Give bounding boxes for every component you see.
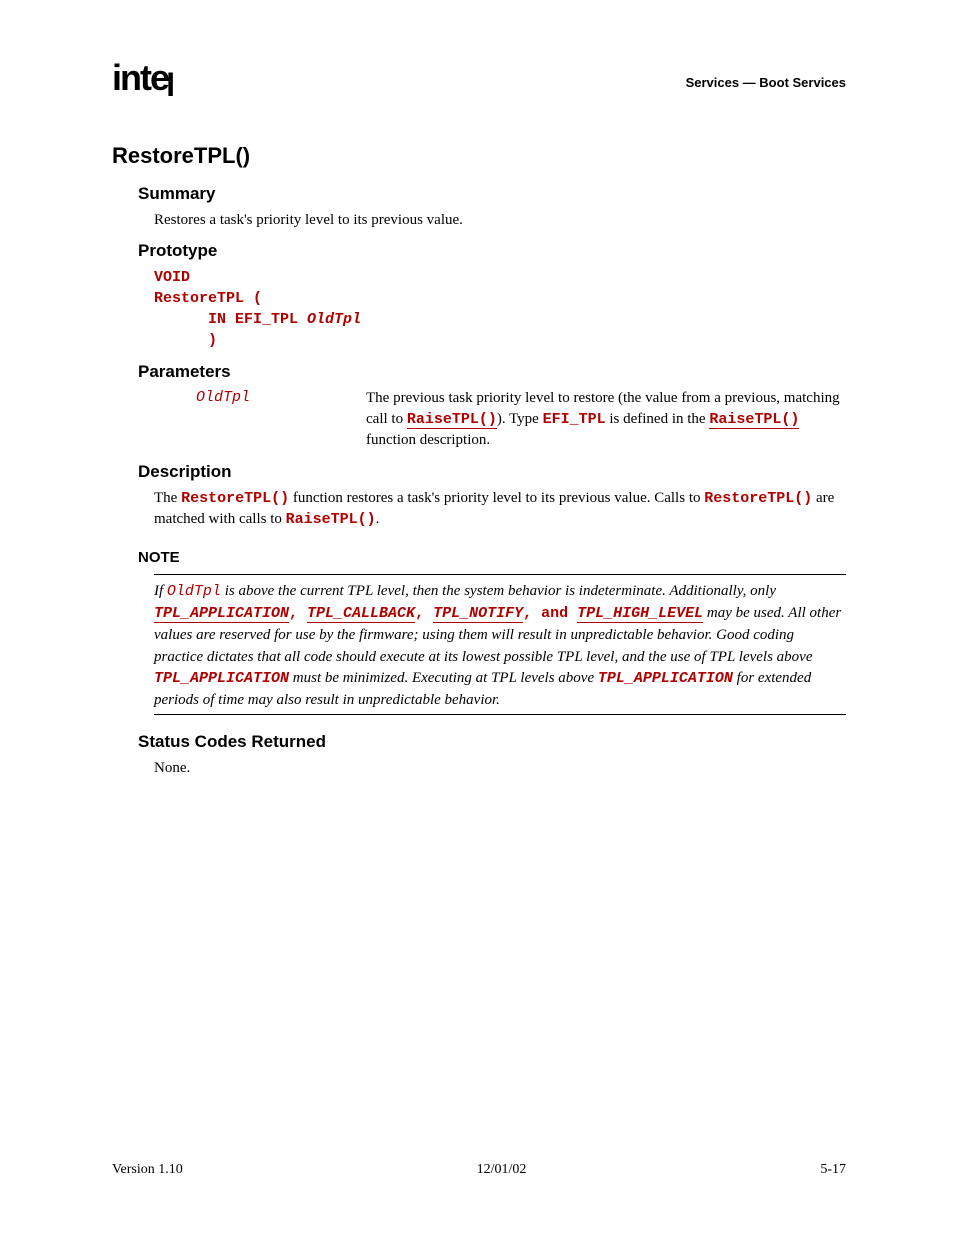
- text: ,: [289, 605, 307, 622]
- link-tpl-high-level[interactable]: TPL_HIGH_LEVEL: [577, 605, 703, 623]
- text: function restores a task's priority leve…: [289, 490, 704, 506]
- code-oldtpl: OldTpl: [167, 583, 221, 600]
- page: intel. Services — Boot Services RestoreT…: [0, 0, 954, 1235]
- link-tpl-application[interactable]: TPL_APPLICATION: [154, 605, 289, 623]
- note-label: NOTE: [138, 548, 846, 568]
- function-title: RestoreTPL(): [112, 141, 846, 171]
- heading-summary: Summary: [138, 183, 846, 206]
- status-text: None.: [154, 758, 846, 778]
- link-raisetpl[interactable]: RaiseTPL(): [407, 411, 497, 429]
- text: The: [154, 490, 181, 506]
- page-footer: Version 1.10 12/01/02 5-17: [112, 1161, 846, 1180]
- intel-logo: intel.: [112, 60, 176, 96]
- text: ). Type: [497, 411, 543, 427]
- proto-line: RestoreTPL (: [154, 290, 262, 307]
- heading-parameters: Parameters: [138, 361, 846, 384]
- heading-prototype: Prototype: [138, 240, 846, 263]
- parameter-row: OldTpl The previous task priority level …: [196, 388, 846, 451]
- summary-text: Restores a task's priority level to its …: [154, 210, 846, 230]
- text: , and: [523, 605, 577, 622]
- heading-status-codes: Status Codes Returned: [138, 731, 846, 754]
- code-tpl-application: TPL_APPLICATION: [598, 670, 733, 687]
- heading-description: Description: [138, 461, 846, 484]
- footer-version: Version 1.10: [112, 1161, 183, 1180]
- parameter-name: OldTpl: [196, 388, 366, 451]
- link-raisetpl[interactable]: RaiseTPL(): [709, 411, 799, 429]
- footer-date: 12/01/02: [477, 1161, 527, 1180]
- text: is above the current TPL level, then the…: [221, 583, 776, 599]
- text: is defined in the: [606, 411, 710, 427]
- note-rule-bottom: [154, 714, 846, 715]
- header-section-title: Services — Boot Services: [686, 74, 846, 96]
- text: If: [154, 583, 167, 599]
- link-tpl-callback[interactable]: TPL_CALLBACK: [307, 605, 415, 623]
- prototype-block: VOID RestoreTPL ( IN EFI_TPL OldTpl ): [154, 267, 846, 351]
- code-raisetpl: RaiseTPL(): [286, 511, 376, 528]
- text: ,: [415, 605, 433, 622]
- link-tpl-notify[interactable]: TPL_NOTIFY: [433, 605, 523, 623]
- code-efi-tpl: EFI_TPL: [543, 411, 606, 428]
- code-restoretpl: RestoreTPL(): [704, 490, 812, 507]
- page-header: intel. Services — Boot Services: [112, 60, 846, 96]
- proto-line: VOID: [154, 269, 190, 286]
- text: .: [376, 511, 380, 527]
- code-restoretpl: RestoreTPL(): [181, 490, 289, 507]
- text: function description.: [366, 432, 490, 448]
- proto-line: IN EFI_TPL: [154, 311, 307, 328]
- note-rule-top: [154, 574, 846, 575]
- footer-page-number: 5-17: [820, 1161, 846, 1180]
- code-tpl-application: TPL_APPLICATION: [154, 670, 289, 687]
- proto-param: OldTpl: [307, 311, 361, 328]
- description-text: The RestoreTPL() function restores a tas…: [154, 488, 846, 531]
- proto-line: ): [154, 332, 217, 349]
- note-body: If OldTpl is above the current TPL level…: [154, 581, 846, 712]
- parameter-description: The previous task priority level to rest…: [366, 388, 846, 451]
- text: must be minimized. Executing at TPL leve…: [289, 670, 598, 686]
